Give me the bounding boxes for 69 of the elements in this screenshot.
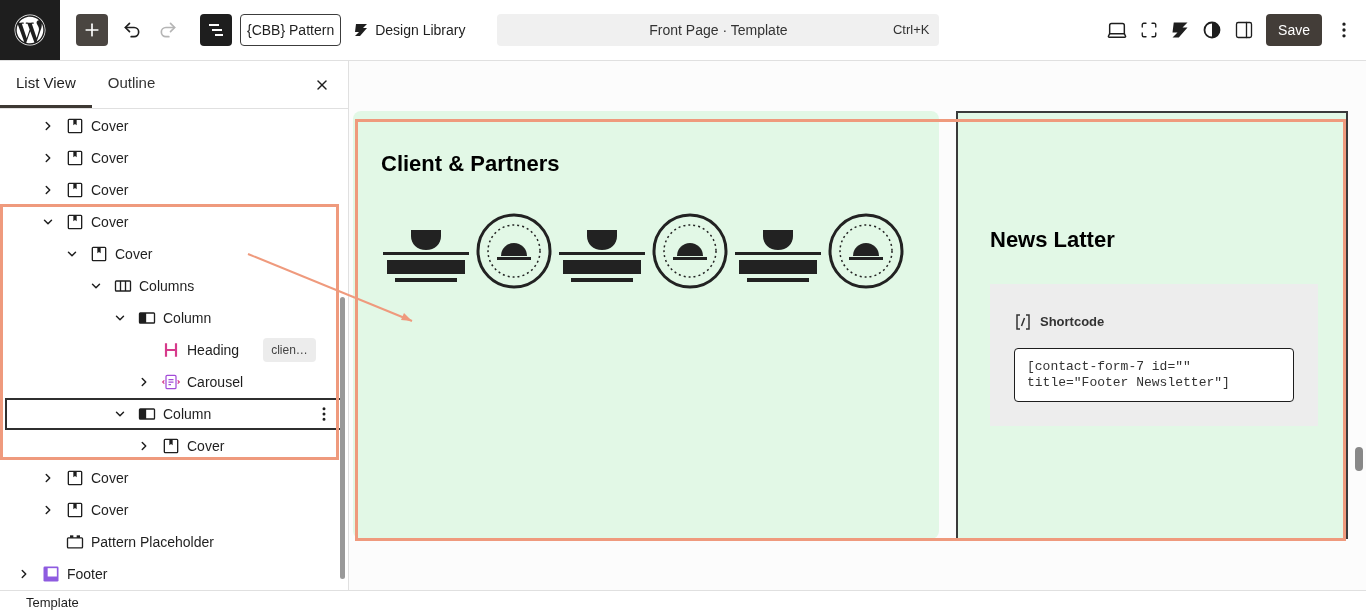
shortcode-icon [1014, 312, 1032, 331]
list-view-item[interactable]: Cover [5, 110, 343, 142]
fullscreen-icon[interactable] [1140, 21, 1159, 39]
block-label: Shortcode [1040, 313, 1105, 331]
block-badge: clien… [263, 338, 316, 362]
wordpress-logo-icon [14, 14, 46, 46]
list-view-item[interactable]: Cover [5, 142, 343, 174]
bookmark-square-icon [65, 116, 85, 136]
add-block-button[interactable] [76, 14, 108, 46]
list-view-item[interactable]: Pattern Placeholder [5, 526, 343, 558]
block-label: Cover [91, 212, 129, 232]
block-label: Columns [139, 276, 195, 296]
command-bar[interactable]: Front Page · Template Ctrl+K [497, 14, 940, 46]
sidebar-toggle-icon[interactable] [1234, 20, 1255, 40]
list-view-item[interactable]: Column [5, 302, 343, 334]
block-label: Cover [91, 468, 129, 488]
contrast-icon[interactable] [1202, 20, 1223, 40]
block-label: Cover [187, 436, 225, 456]
breadcrumb-link[interactable]: Template [26, 593, 79, 613]
scrollbar-thumb[interactable] [1355, 447, 1363, 471]
block-label: Heading [187, 340, 240, 360]
stack-logo-icon [353, 22, 370, 38]
panel-tab[interactable]: List View [0, 61, 92, 108]
list-view-button[interactable] [200, 14, 232, 46]
list-view-item[interactable]: Heading clien… [5, 334, 343, 366]
list-view-item[interactable]: Column [5, 398, 343, 430]
block-label: Column [163, 404, 212, 424]
block-label: Cover [115, 244, 153, 264]
section-heading: Client & Partners [381, 150, 561, 178]
shortcode-field[interactable]: [contact-form-7 id="" title="Footer Newsletter"] [1014, 347, 1294, 402]
pattern-placeholder-icon [65, 532, 85, 552]
shortcut-hint: Ctrl+K [892, 21, 930, 40]
block-label: Cover [91, 116, 129, 136]
pattern-button[interactable]: {CBB} Pattern [240, 14, 342, 46]
design-library-button[interactable]: Design Library [349, 14, 470, 46]
block-label: Column [163, 308, 212, 328]
panel-tab[interactable]: Outline [91, 61, 172, 108]
block-label: Cover [91, 148, 129, 168]
list-view-item[interactable]: Columns [5, 270, 343, 302]
block-label: Pattern Placeholder [91, 532, 214, 552]
bookmark-square-icon [65, 180, 85, 200]
bookmark-square-icon [65, 468, 85, 488]
list-view-item[interactable]: Cover [5, 174, 343, 206]
document-title: Front Page · Template [649, 20, 788, 40]
carousel-icon [161, 372, 181, 392]
footer-icon [41, 564, 61, 584]
block-label: Cover [91, 180, 129, 200]
list-view-item[interactable]: Carousel [5, 366, 343, 398]
bookmark-square-icon [65, 500, 85, 520]
close-icon[interactable] [314, 77, 330, 93]
site-logo[interactable] [0, 0, 60, 60]
bookmark-square-icon [65, 212, 85, 232]
save-button[interactable]: Save [1266, 14, 1322, 46]
scrollbar-thumb[interactable] [340, 297, 345, 579]
list-view-item[interactable]: Cover [5, 206, 343, 238]
undo-icon [122, 20, 142, 40]
redo-icon [158, 20, 178, 40]
bookmark-square-icon [89, 244, 109, 264]
list-view-item[interactable]: Cover [5, 238, 343, 270]
section-heading: News Latter [990, 226, 1116, 254]
block-label: Footer [67, 564, 108, 584]
list-view-item[interactable]: Cover [5, 462, 343, 494]
list-view-item[interactable]: Cover [5, 430, 343, 462]
block-label: Cover [91, 500, 129, 520]
list-view-item[interactable]: Footer [5, 558, 343, 590]
bookmark-square-icon [161, 436, 181, 456]
list-view-item[interactable]: Cover [5, 494, 343, 526]
block-label: Carousel [187, 372, 244, 392]
bookmark-square-icon [65, 148, 85, 168]
